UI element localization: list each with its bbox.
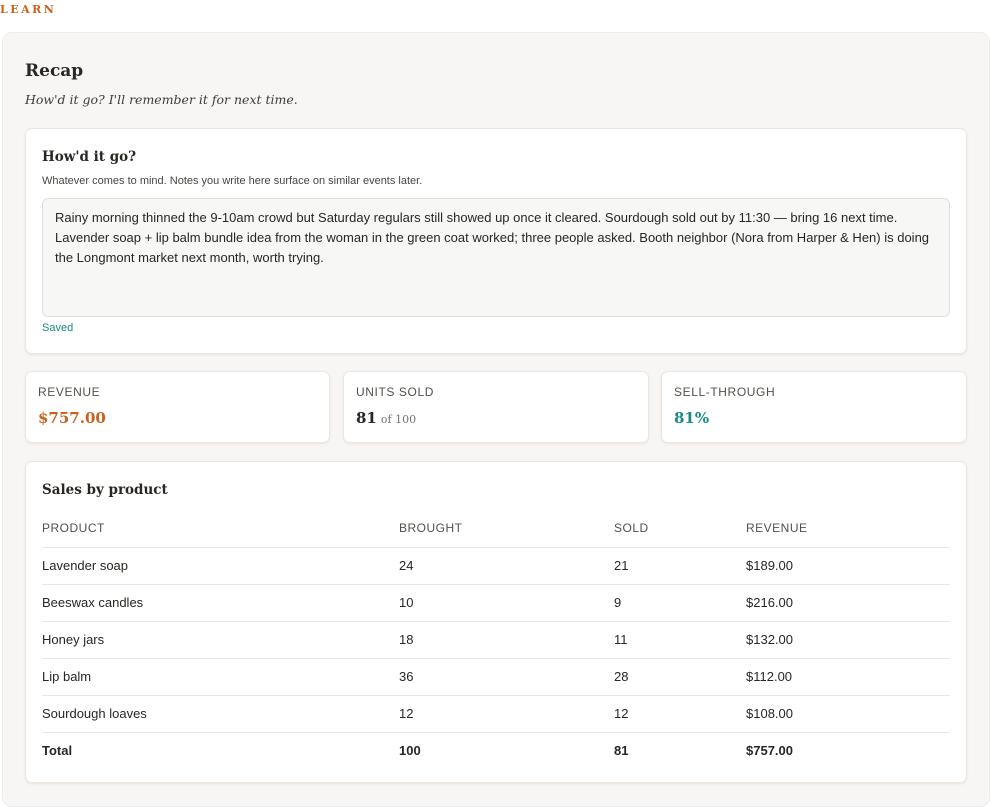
units-sold-of-total: of 100 <box>380 413 417 426</box>
revenue-stat-value: $757.00 <box>38 409 106 427</box>
cell-product: Honey jars <box>42 621 399 659</box>
units-sold-stat-label: UNITS SOLD <box>356 385 435 399</box>
page-subtitle: How'd it go? I'll remember it for next t… <box>25 92 298 107</box>
table-row: Honey jars 18 11 $132.00 <box>42 621 950 659</box>
cell-brought: 12 <box>399 695 614 733</box>
cell-revenue: $112.00 <box>746 658 950 696</box>
total-label: Total <box>42 742 73 758</box>
column-header-brought: BROUGHT <box>399 510 614 548</box>
units-sold-stat-value: 81 <box>356 409 377 427</box>
column-header-sold: SOLD <box>614 510 746 548</box>
cell-sold: 9 <box>614 584 746 622</box>
sales-by-product-card: Sales by product PRODUCT BROUGHT SOLD RE… <box>25 461 967 783</box>
revenue-stat-label: REVENUE <box>38 385 101 399</box>
table-row: Lip balm 36 28 $112.00 <box>42 658 950 696</box>
column-header-product: PRODUCT <box>42 510 399 548</box>
cell-brought: 10 <box>399 584 614 622</box>
cell-revenue: $216.00 <box>746 584 950 622</box>
sell-through-stat-label: SELL-THROUGH <box>674 385 776 399</box>
cell-sold: 21 <box>614 547 746 585</box>
total-brought: 100 <box>399 742 421 758</box>
cell-brought: 18 <box>399 621 614 659</box>
sales-title: Sales by product <box>42 482 168 498</box>
cell-sold: 12 <box>614 695 746 733</box>
notes-card: How'd it go? Whatever comes to mind. Not… <box>25 128 967 354</box>
total-revenue: $757.00 <box>746 742 793 758</box>
cell-brought: 24 <box>399 547 614 585</box>
cell-product: Beeswax candles <box>42 584 399 622</box>
cell-product: Lavender soap <box>42 547 399 585</box>
sell-through-stat-value: 81% <box>674 409 710 427</box>
sell-through-stat-card: SELL-THROUGH 81% <box>661 371 967 443</box>
notes-title: How'd it go? <box>42 149 137 165</box>
cell-brought: 36 <box>399 658 614 696</box>
cell-sold: 28 <box>614 658 746 696</box>
cell-sold: 11 <box>614 621 746 659</box>
table-header-row: PRODUCT BROUGHT SOLD REVENUE <box>42 510 950 548</box>
cell-product: Sourdough loaves <box>42 695 399 733</box>
cell-revenue: $189.00 <box>746 547 950 585</box>
cell-product: Lip balm <box>42 658 399 696</box>
total-sold: 81 <box>614 742 629 758</box>
table-row: Lavender soap 24 21 $189.00 <box>42 547 950 585</box>
page-title: Recap <box>25 61 84 81</box>
column-header-revenue: REVENUE <box>746 510 950 548</box>
units-sold-stat-card: UNITS SOLD 81 of 100 <box>343 371 649 443</box>
cell-revenue: $108.00 <box>746 695 950 733</box>
units-sold-stat-value-wrap: 81 of 100 <box>356 409 416 427</box>
sales-table: PRODUCT BROUGHT SOLD REVENUE Lavender so… <box>42 510 950 768</box>
notes-help-text: Whatever comes to mind. Notes you write … <box>42 175 423 187</box>
section-label: LEARN <box>0 3 57 16</box>
table-row: Sourdough loaves 12 12 $108.00 <box>42 695 950 733</box>
cell-revenue: $132.00 <box>746 621 950 659</box>
revenue-stat-card: REVENUE $757.00 <box>25 371 330 443</box>
saved-status: Saved <box>42 322 74 334</box>
notes-textarea[interactable]: Rainy morning thinned the 9-10am crowd b… <box>42 198 950 317</box>
table-row: Beeswax candles 10 9 $216.00 <box>42 584 950 622</box>
table-total-row: Total 100 81 $757.00 <box>42 732 950 768</box>
